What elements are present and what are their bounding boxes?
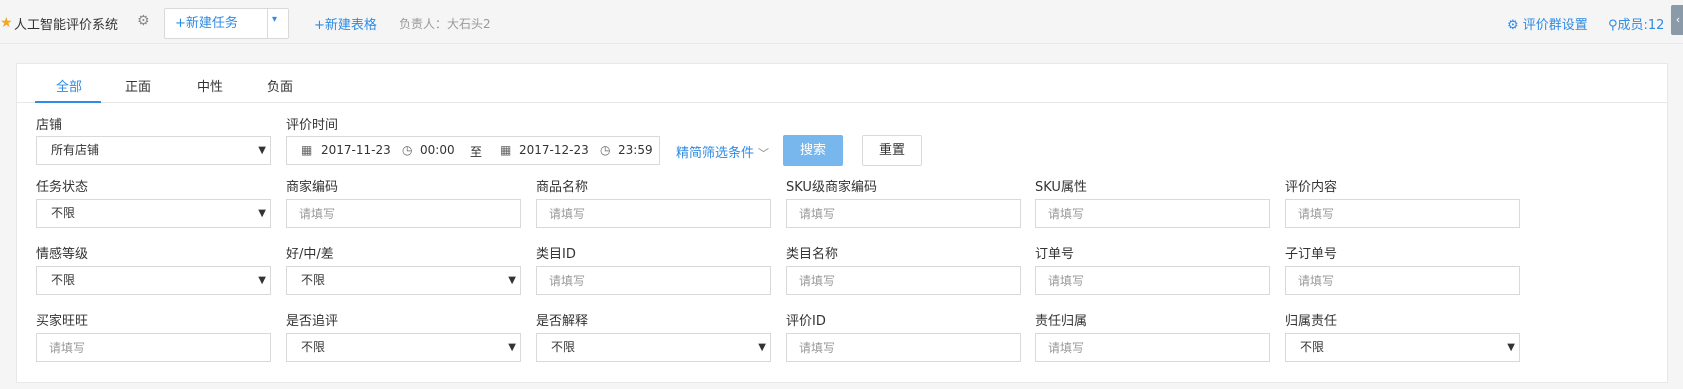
followup-value: 不限: [301, 340, 326, 354]
sub-order-no-label: 子订单号: [1285, 247, 1338, 262]
members-link[interactable]: ⚲成员:12: [1608, 14, 1664, 33]
assigned-responsibility-select[interactable]: 不限 ▼: [1285, 333, 1520, 362]
product-name-input[interactable]: [536, 199, 771, 228]
new-task-split-button: +新建任务 ▾: [164, 8, 289, 39]
tab-all[interactable]: 全部: [56, 76, 82, 95]
rating-label: 好/中/差: [286, 247, 334, 262]
task-status-select[interactable]: 不限 ▼: [36, 199, 271, 228]
product-name-label: 商品名称: [536, 180, 589, 195]
eval-id-label: 评价ID: [786, 314, 826, 329]
eval-content-label: 评价内容: [1285, 180, 1338, 195]
refine-filters-toggle[interactable]: 精简筛选条件 ﹀: [676, 142, 769, 161]
explained-select[interactable]: 不限 ▼: [536, 333, 771, 362]
user-icon: ⚲: [1608, 18, 1618, 33]
group-settings-link[interactable]: ⚙ 评价群设置: [1507, 14, 1588, 33]
eval-time-label: 评价时间: [286, 118, 339, 133]
emotion-level-select[interactable]: 不限 ▼: [36, 266, 271, 295]
eval-content-input[interactable]: [1285, 199, 1520, 228]
sku-attr-label: SKU属性: [1035, 180, 1087, 195]
start-time[interactable]: 00:00: [420, 143, 455, 157]
chevron-down-icon: ▼: [258, 208, 266, 219]
eval-time-range[interactable]: ▦ 2017-11-23 ◷ 00:00 至 ▦ 2017-12-23 ◷ 23…: [286, 136, 660, 165]
active-tab-indicator: [35, 101, 101, 103]
chevron-down-icon: ▼: [508, 275, 516, 286]
owner-text: 负责人：大石头2: [399, 17, 491, 31]
task-status-value: 不限: [51, 206, 76, 220]
calendar-icon: ▦: [500, 143, 512, 157]
split-divider: [267, 9, 268, 38]
rating-select[interactable]: 不限 ▼: [286, 266, 521, 295]
buyer-wangwang-label: 买家旺旺: [36, 314, 89, 329]
merchant-code-input[interactable]: [286, 199, 521, 228]
responsibility-input[interactable]: [1035, 333, 1270, 362]
end-date[interactable]: 2017-12-23: [519, 143, 589, 157]
tab-neutral[interactable]: 中性: [197, 76, 223, 95]
category-id-label: 类目ID: [536, 247, 576, 262]
chevron-down-icon: ▼: [258, 275, 266, 286]
sku-attr-input[interactable]: [1035, 199, 1270, 228]
chevron-down-icon[interactable]: ▾: [272, 14, 277, 25]
reset-button[interactable]: 重置: [862, 135, 922, 166]
eval-id-input[interactable]: [786, 333, 1021, 362]
group-settings-label: 评价群设置: [1522, 18, 1588, 33]
new-task-button[interactable]: +新建任务: [165, 9, 267, 38]
assigned-responsibility-value: 不限: [1300, 340, 1325, 354]
calendar-icon: ▦: [301, 143, 313, 157]
tab-positive[interactable]: 正面: [125, 76, 151, 95]
new-table-button[interactable]: +新建表格: [314, 14, 377, 33]
chevron-down-icon: ▼: [758, 342, 766, 353]
filter-panel: 全部 正面 中性 负面 店铺 所有店铺 ▼ 评价时间 ▦ 2017-11-23 ◷…: [16, 63, 1668, 383]
chevron-down-icon: ▼: [508, 342, 516, 353]
tab-bar: 全部 正面 中性 负面: [17, 64, 1667, 103]
category-name-label: 类目名称: [786, 247, 839, 262]
refine-filters-label: 精简筛选条件: [676, 146, 755, 161]
members-label: 成员:12: [1617, 18, 1665, 33]
top-bar: ★ 人工智能评价系统 ⚙ +新建任务 ▾ +新建表格 负责人：大石头2 ⚙ 评价…: [0, 0, 1683, 44]
gear-icon: ⚙: [1507, 18, 1523, 33]
collapse-panel-button[interactable]: ‹: [1671, 5, 1683, 35]
chevron-down-icon: ▼: [1507, 342, 1515, 353]
order-no-input[interactable]: [1035, 266, 1270, 295]
task-status-label: 任务状态: [36, 180, 89, 195]
shop-label: 店铺: [36, 118, 63, 133]
explained-label: 是否解释: [536, 314, 589, 329]
sku-merchant-code-label: SKU级商家编码: [786, 180, 877, 195]
end-time[interactable]: 23:59: [618, 143, 653, 157]
clock-icon: ◷: [402, 143, 413, 157]
sku-merchant-code-input[interactable]: [786, 199, 1021, 228]
gear-icon[interactable]: ⚙: [137, 13, 150, 29]
merchant-code-label: 商家编码: [286, 180, 339, 195]
app-title: 人工智能评价系统: [14, 18, 119, 33]
star-icon[interactable]: ★: [0, 15, 13, 31]
buyer-wangwang-input[interactable]: [36, 333, 271, 362]
followup-label: 是否追评: [286, 314, 339, 329]
range-separator: 至: [470, 145, 483, 159]
rating-value: 不限: [301, 273, 326, 287]
category-id-input[interactable]: [536, 266, 771, 295]
shop-select[interactable]: 所有店铺 ▼: [36, 136, 271, 165]
chevron-down-icon: ▼: [258, 145, 266, 156]
followup-select[interactable]: 不限 ▼: [286, 333, 521, 362]
sub-order-no-input[interactable]: [1285, 266, 1520, 295]
order-no-label: 订单号: [1035, 247, 1075, 262]
shop-select-value: 所有店铺: [51, 143, 100, 157]
category-name-input[interactable]: [786, 266, 1021, 295]
emotion-level-value: 不限: [51, 273, 76, 287]
explained-value: 不限: [551, 340, 576, 354]
responsibility-label: 责任归属: [1035, 314, 1088, 329]
assigned-responsibility-label: 归属责任: [1285, 314, 1338, 329]
start-date[interactable]: 2017-11-23: [321, 143, 391, 157]
tab-negative[interactable]: 负面: [267, 76, 293, 95]
emotion-level-label: 情感等级: [36, 247, 89, 262]
clock-icon: ◷: [600, 143, 611, 157]
search-button[interactable]: 搜索: [783, 135, 843, 166]
chevron-down-icon: ﹀: [758, 147, 770, 160]
